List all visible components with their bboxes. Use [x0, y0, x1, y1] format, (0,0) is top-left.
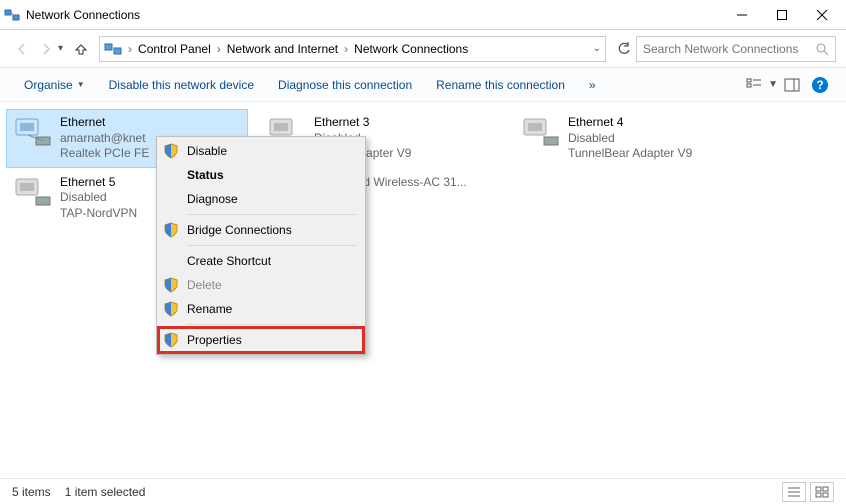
menu-separator [187, 245, 357, 246]
status-item-count: 5 items [12, 485, 51, 499]
crumb-control-panel[interactable]: Control Panel [134, 42, 215, 56]
menu-label: Create Shortcut [187, 254, 271, 268]
toolbar: Organise▼ Disable this network device Di… [0, 68, 846, 102]
shield-icon [163, 143, 179, 159]
menu-label: Disable [187, 144, 227, 158]
menu-properties[interactable]: Properties [159, 328, 363, 352]
recent-dropdown[interactable]: ▾ [58, 43, 63, 54]
context-menu: Disable Status Diagnose Bridge Connectio… [156, 136, 366, 355]
adapter-icon [14, 175, 54, 211]
status-item-selected: 1 item selected [65, 485, 146, 499]
adapter-device: TunnelBear Adapter V9 [568, 146, 692, 162]
address-dropdown[interactable]: ⌄ [593, 43, 601, 54]
adapter-name: Ethernet [60, 115, 149, 131]
menu-separator [187, 324, 357, 325]
diagnose-button[interactable]: Diagnose this connection [266, 68, 424, 102]
chevron-right-icon: › [342, 42, 350, 56]
control-panel-icon [104, 40, 122, 58]
menu-label: Properties [187, 333, 242, 347]
menu-disable[interactable]: Disable [159, 139, 363, 163]
menu-status[interactable]: Status [159, 163, 363, 187]
breadcrumb[interactable]: › Control Panel › Network and Internet ›… [99, 36, 606, 62]
status-bar: 5 items 1 item selected [0, 478, 846, 504]
chevron-right-icon: › [215, 42, 223, 56]
shield-icon [163, 332, 179, 348]
menu-separator [187, 214, 357, 215]
search-icon [815, 42, 829, 56]
view-dropdown[interactable]: ▼ [768, 79, 778, 90]
shield-icon [163, 277, 179, 293]
chevron-right-icon: › [126, 42, 134, 56]
adapter-status: amarnath@knet [60, 131, 149, 147]
more-commands-button[interactable]: » [577, 68, 608, 102]
close-button[interactable] [802, 1, 842, 29]
svg-text:?: ? [816, 78, 823, 92]
view-options-button[interactable] [742, 73, 766, 97]
search-box[interactable] [636, 36, 836, 62]
adapter-status: Disabled [60, 190, 137, 206]
search-input[interactable] [643, 42, 815, 56]
menu-create-shortcut[interactable]: Create Shortcut [159, 249, 363, 273]
adapter-status: Disabled [568, 131, 692, 147]
help-button[interactable]: ? [808, 73, 832, 97]
adapter-name: Ethernet 5 [60, 175, 137, 191]
details-view-button[interactable] [782, 482, 806, 502]
rename-button[interactable]: Rename this connection [424, 68, 577, 102]
adapter-icon [14, 115, 54, 151]
crumb-network-internet[interactable]: Network and Internet [223, 42, 342, 56]
menu-label: Rename [187, 302, 232, 316]
minimize-button[interactable] [722, 1, 762, 29]
forward-button[interactable] [34, 37, 58, 61]
menu-label: Status [187, 168, 224, 182]
disable-device-button[interactable]: Disable this network device [97, 68, 266, 102]
menu-label: Bridge Connections [187, 223, 292, 237]
shield-icon [163, 301, 179, 317]
adapter-name: Ethernet 3 [314, 115, 411, 131]
preview-pane-button[interactable] [780, 73, 804, 97]
network-icon [4, 7, 20, 23]
address-bar: ▾ › Control Panel › Network and Internet… [0, 30, 846, 68]
maximize-button[interactable] [762, 1, 802, 29]
shield-icon [163, 222, 179, 238]
menu-label: Delete [187, 278, 222, 292]
menu-diagnose[interactable]: Diagnose [159, 187, 363, 211]
refresh-button[interactable] [612, 37, 636, 61]
organise-button[interactable]: Organise▼ [12, 68, 97, 102]
menu-label: Diagnose [187, 192, 238, 206]
title-bar: Network Connections [0, 0, 846, 30]
window-title: Network Connections [26, 8, 722, 22]
menu-bridge[interactable]: Bridge Connections [159, 218, 363, 242]
adapter-name: Ethernet 4 [568, 115, 692, 131]
adapter-ethernet4[interactable]: Ethernet 4 Disabled TunnelBear Adapter V… [514, 109, 756, 168]
menu-rename[interactable]: Rename [159, 297, 363, 321]
back-button[interactable] [10, 37, 34, 61]
menu-delete: Delete [159, 273, 363, 297]
large-icons-view-button[interactable] [810, 482, 834, 502]
content-area: Ethernet amarnath@knet Realtek PCIe FE E… [0, 102, 846, 472]
crumb-network-connections[interactable]: Network Connections [350, 42, 472, 56]
up-button[interactable] [69, 37, 93, 61]
adapter-icon [522, 115, 562, 151]
adapter-device: TAP-NordVPN [60, 206, 137, 222]
adapter-device: Realtek PCIe FE [60, 146, 149, 162]
